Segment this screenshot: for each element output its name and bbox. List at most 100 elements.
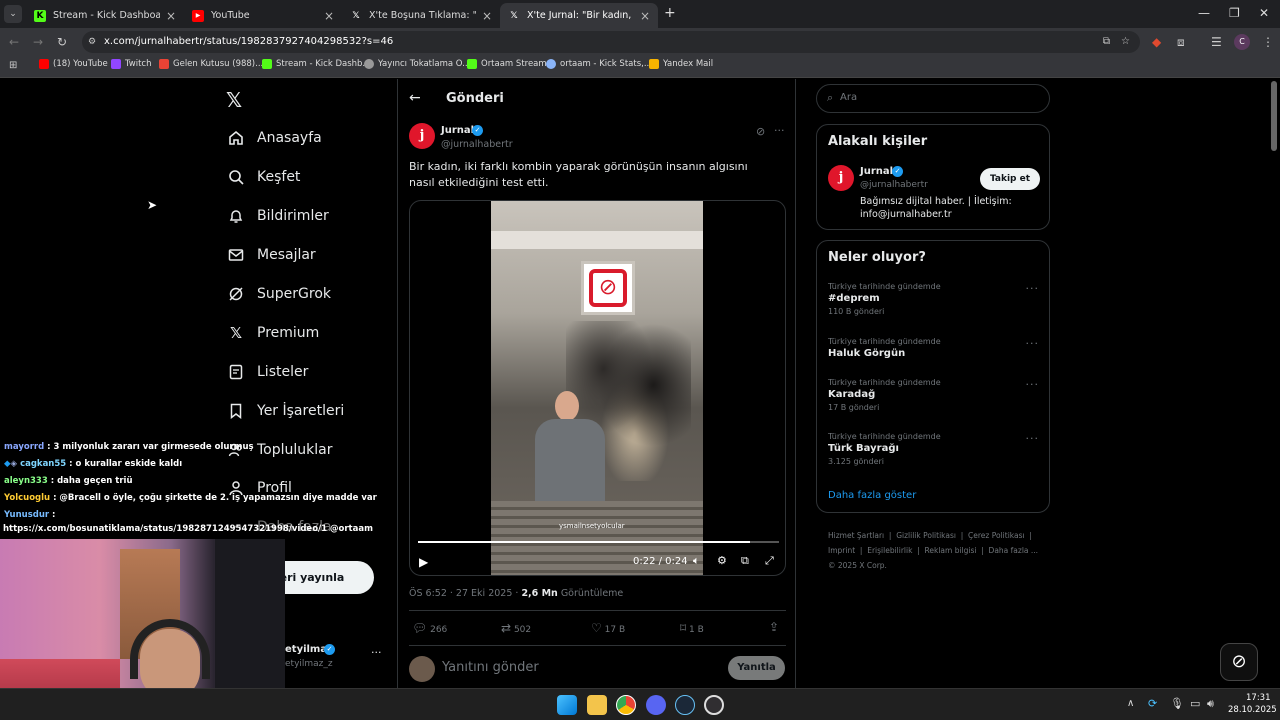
bookmark-youtube[interactable]: (18) YouTube [39, 59, 108, 69]
file-explorer-icon[interactable] [587, 695, 607, 715]
account-more-icon[interactable]: ··· [371, 646, 382, 659]
discord-icon[interactable] [646, 695, 666, 715]
reply-input[interactable]: Yanıtını gönder [442, 660, 539, 675]
restore-icon[interactable]: ❐ [1229, 6, 1240, 20]
trend-more-icon[interactable]: ··· [1026, 432, 1040, 445]
tray-chevron-icon[interactable]: ∧ [1127, 698, 1134, 709]
trend-item[interactable]: Türkiye tarihinde gündemde Karadağ 17 B gö… [828, 378, 941, 412]
bookmark-action[interactable]: ⌑ 1 B [680, 621, 704, 635]
clock-time[interactable]: 17:31 [1246, 693, 1271, 703]
footer-link[interactable]: Erişilebilirlik [867, 546, 912, 555]
tray-mic-icon[interactable]: 🎙︎ [1170, 697, 1184, 710]
steam-icon[interactable] [675, 695, 695, 715]
reload-icon[interactable]: ↻ [57, 35, 67, 49]
video-player[interactable]: ⊘ ysmailnsetyolcular ▶ 0:22 / 0:24 🔈︎ ⚙ … [409, 200, 786, 576]
author-avatar[interactable]: j [409, 123, 435, 149]
bookmark-kick-stats[interactable]: ortaam - Kick Stats,... [546, 59, 652, 69]
sidebar-item-supergrok[interactable]: SuperGrok [227, 285, 331, 303]
sidebar-item-explore[interactable]: Keşfet [227, 168, 300, 186]
grok-icon[interactable]: ⊘ [756, 125, 765, 138]
close-icon[interactable]: × [482, 9, 492, 23]
like-action[interactable]: ♡ 17 B [591, 621, 625, 635]
close-icon[interactable]: × [640, 9, 650, 23]
footer-link[interactable]: Daha fazla ... [989, 546, 1039, 555]
sidebar-item-home[interactable]: Anasayfa [227, 129, 322, 147]
pip-icon[interactable]: ⧉ [741, 554, 749, 568]
close-icon[interactable]: × [324, 9, 334, 23]
tab-x-jurnal[interactable]: 𝕏 X'te Jurnal: "Bir kadın, iki farklı k … [500, 3, 658, 28]
show-more-link[interactable]: Daha fazla göster [828, 490, 916, 501]
footer-link[interactable]: Reklam bilgisi [925, 546, 977, 555]
related-name[interactable]: Jurnal [860, 166, 893, 177]
tray-network-icon[interactable]: ▭ [1190, 697, 1200, 710]
reply-button[interactable]: Yanıtla [728, 656, 785, 680]
trend-item[interactable]: Türkiye tarihinde gündemde Türk Bayrağı 3.… [828, 432, 941, 466]
trend-more-icon[interactable]: ··· [1026, 282, 1040, 295]
page-scrollbar[interactable] [1271, 81, 1277, 151]
star-icon[interactable]: ☆ [1121, 31, 1130, 53]
trend-item[interactable]: Türkiye tarihinde gündemde Haluk Görgün [828, 337, 941, 359]
author-name[interactable]: Jurnal [441, 125, 474, 136]
sidebar-item-lists[interactable]: Listeler [227, 363, 308, 381]
back-arrow-icon[interactable]: ← [409, 90, 421, 106]
close-icon[interactable]: × [166, 9, 176, 23]
post-time[interactable]: ÖS 6:52 · 27 Eki 2025 · [409, 588, 521, 599]
menu-icon[interactable]: ⋮ [1262, 35, 1274, 49]
extensions-icon[interactable]: ⧈ [1177, 35, 1185, 50]
trend-more-icon[interactable]: ··· [1026, 337, 1040, 350]
start-icon[interactable] [557, 695, 577, 715]
author-handle[interactable]: @jurnalhabertr [441, 139, 513, 150]
extension-red-icon[interactable]: ◆ [1152, 35, 1161, 49]
share-icon[interactable]: ⇪ [769, 620, 779, 634]
reply-action[interactable]: 💬︎ 266 [412, 621, 447, 635]
sidebar-item-bookmarks[interactable]: Yer İşaretleri [227, 402, 344, 420]
video-progress-track[interactable] [418, 541, 779, 543]
forward-icon[interactable]: → [33, 35, 43, 49]
post-more-icon[interactable]: ··· [774, 124, 785, 137]
related-avatar[interactable]: j [828, 165, 854, 191]
address-bar[interactable]: ⚙ x.com/jurnalhabertr/status/19828379274… [82, 31, 1140, 53]
settings-icon[interactable]: ⚙ [717, 554, 727, 567]
tray-volume-icon[interactable]: 🔊︎ [1207, 697, 1214, 711]
apps-icon[interactable]: ⊞ [9, 60, 17, 71]
footer-link[interactable]: Hizmet Şartları [828, 531, 884, 540]
close-window-icon[interactable]: ✕ [1259, 6, 1269, 20]
sidebar-item-messages[interactable]: Mesajlar [227, 246, 316, 264]
tab-search-button[interactable]: ⌄ [4, 5, 22, 23]
clock-date[interactable]: 28.10.2025 [1228, 705, 1277, 715]
bookmark-mail[interactable]: Gelen Kutusu (988)... [159, 59, 263, 69]
bookmark-twitch[interactable]: Twitch [111, 59, 152, 69]
volume-icon[interactable]: 🔈︎ [693, 554, 700, 568]
site-info-icon[interactable]: ⚙ [88, 31, 96, 53]
minimize-icon[interactable]: — [1198, 6, 1210, 20]
search-box[interactable]: ⌕ Ara [816, 84, 1050, 113]
follow-button[interactable]: Takip et [980, 168, 1040, 190]
back-icon[interactable]: ← [9, 35, 19, 49]
grok-floating-button[interactable]: ⊘ [1220, 643, 1258, 681]
play-icon[interactable]: ▶ [419, 555, 428, 569]
footer-link[interactable]: Çerez Politikası [968, 531, 1025, 540]
repost-action[interactable]: ⇄ 502 [501, 621, 531, 635]
install-icon[interactable]: ⧉ [1103, 31, 1110, 53]
new-tab-button[interactable]: + [664, 5, 676, 21]
bookmark-ortaam-stream[interactable]: Ortaam Stream [467, 59, 547, 69]
tab-x-bosuna[interactable]: 𝕏 X'te Boşuna Tıklama: "Düzce'de × [342, 3, 500, 28]
footer-link[interactable]: Imprint [828, 546, 855, 555]
trend-item[interactable]: Türkiye tarihinde gündemde #deprem 110 B g… [828, 282, 941, 316]
fullscreen-icon[interactable]: ⤢ [765, 554, 774, 568]
media-icon[interactable]: ☰ [1211, 35, 1222, 49]
tray-sync-icon[interactable]: ⟳ [1148, 697, 1157, 710]
bookmark-kick-dashboard[interactable]: Stream - Kick Dashb... [262, 59, 371, 69]
sidebar-item-premium[interactable]: 𝕏 Premium [227, 324, 319, 342]
bookmark-yandex-mail[interactable]: Yandex Mail [649, 59, 713, 69]
sidebar-item-notifications[interactable]: Bildirimler [227, 207, 329, 225]
tab-kick-dashboard[interactable]: K Stream - Kick Dashboard × [26, 3, 184, 28]
profile-avatar[interactable]: C [1234, 34, 1250, 50]
obs-icon[interactable] [704, 695, 724, 715]
trend-more-icon[interactable]: ··· [1026, 378, 1040, 391]
chrome-icon[interactable] [616, 695, 636, 715]
x-logo-icon[interactable]: 𝕏 [226, 88, 242, 112]
footer-link[interactable]: Gizlilik Politikası [896, 531, 956, 540]
tab-youtube[interactable]: ▶ YouTube × [184, 3, 342, 28]
bookmark-yayinci[interactable]: Yayıncı Tokatlama O... [364, 59, 470, 69]
